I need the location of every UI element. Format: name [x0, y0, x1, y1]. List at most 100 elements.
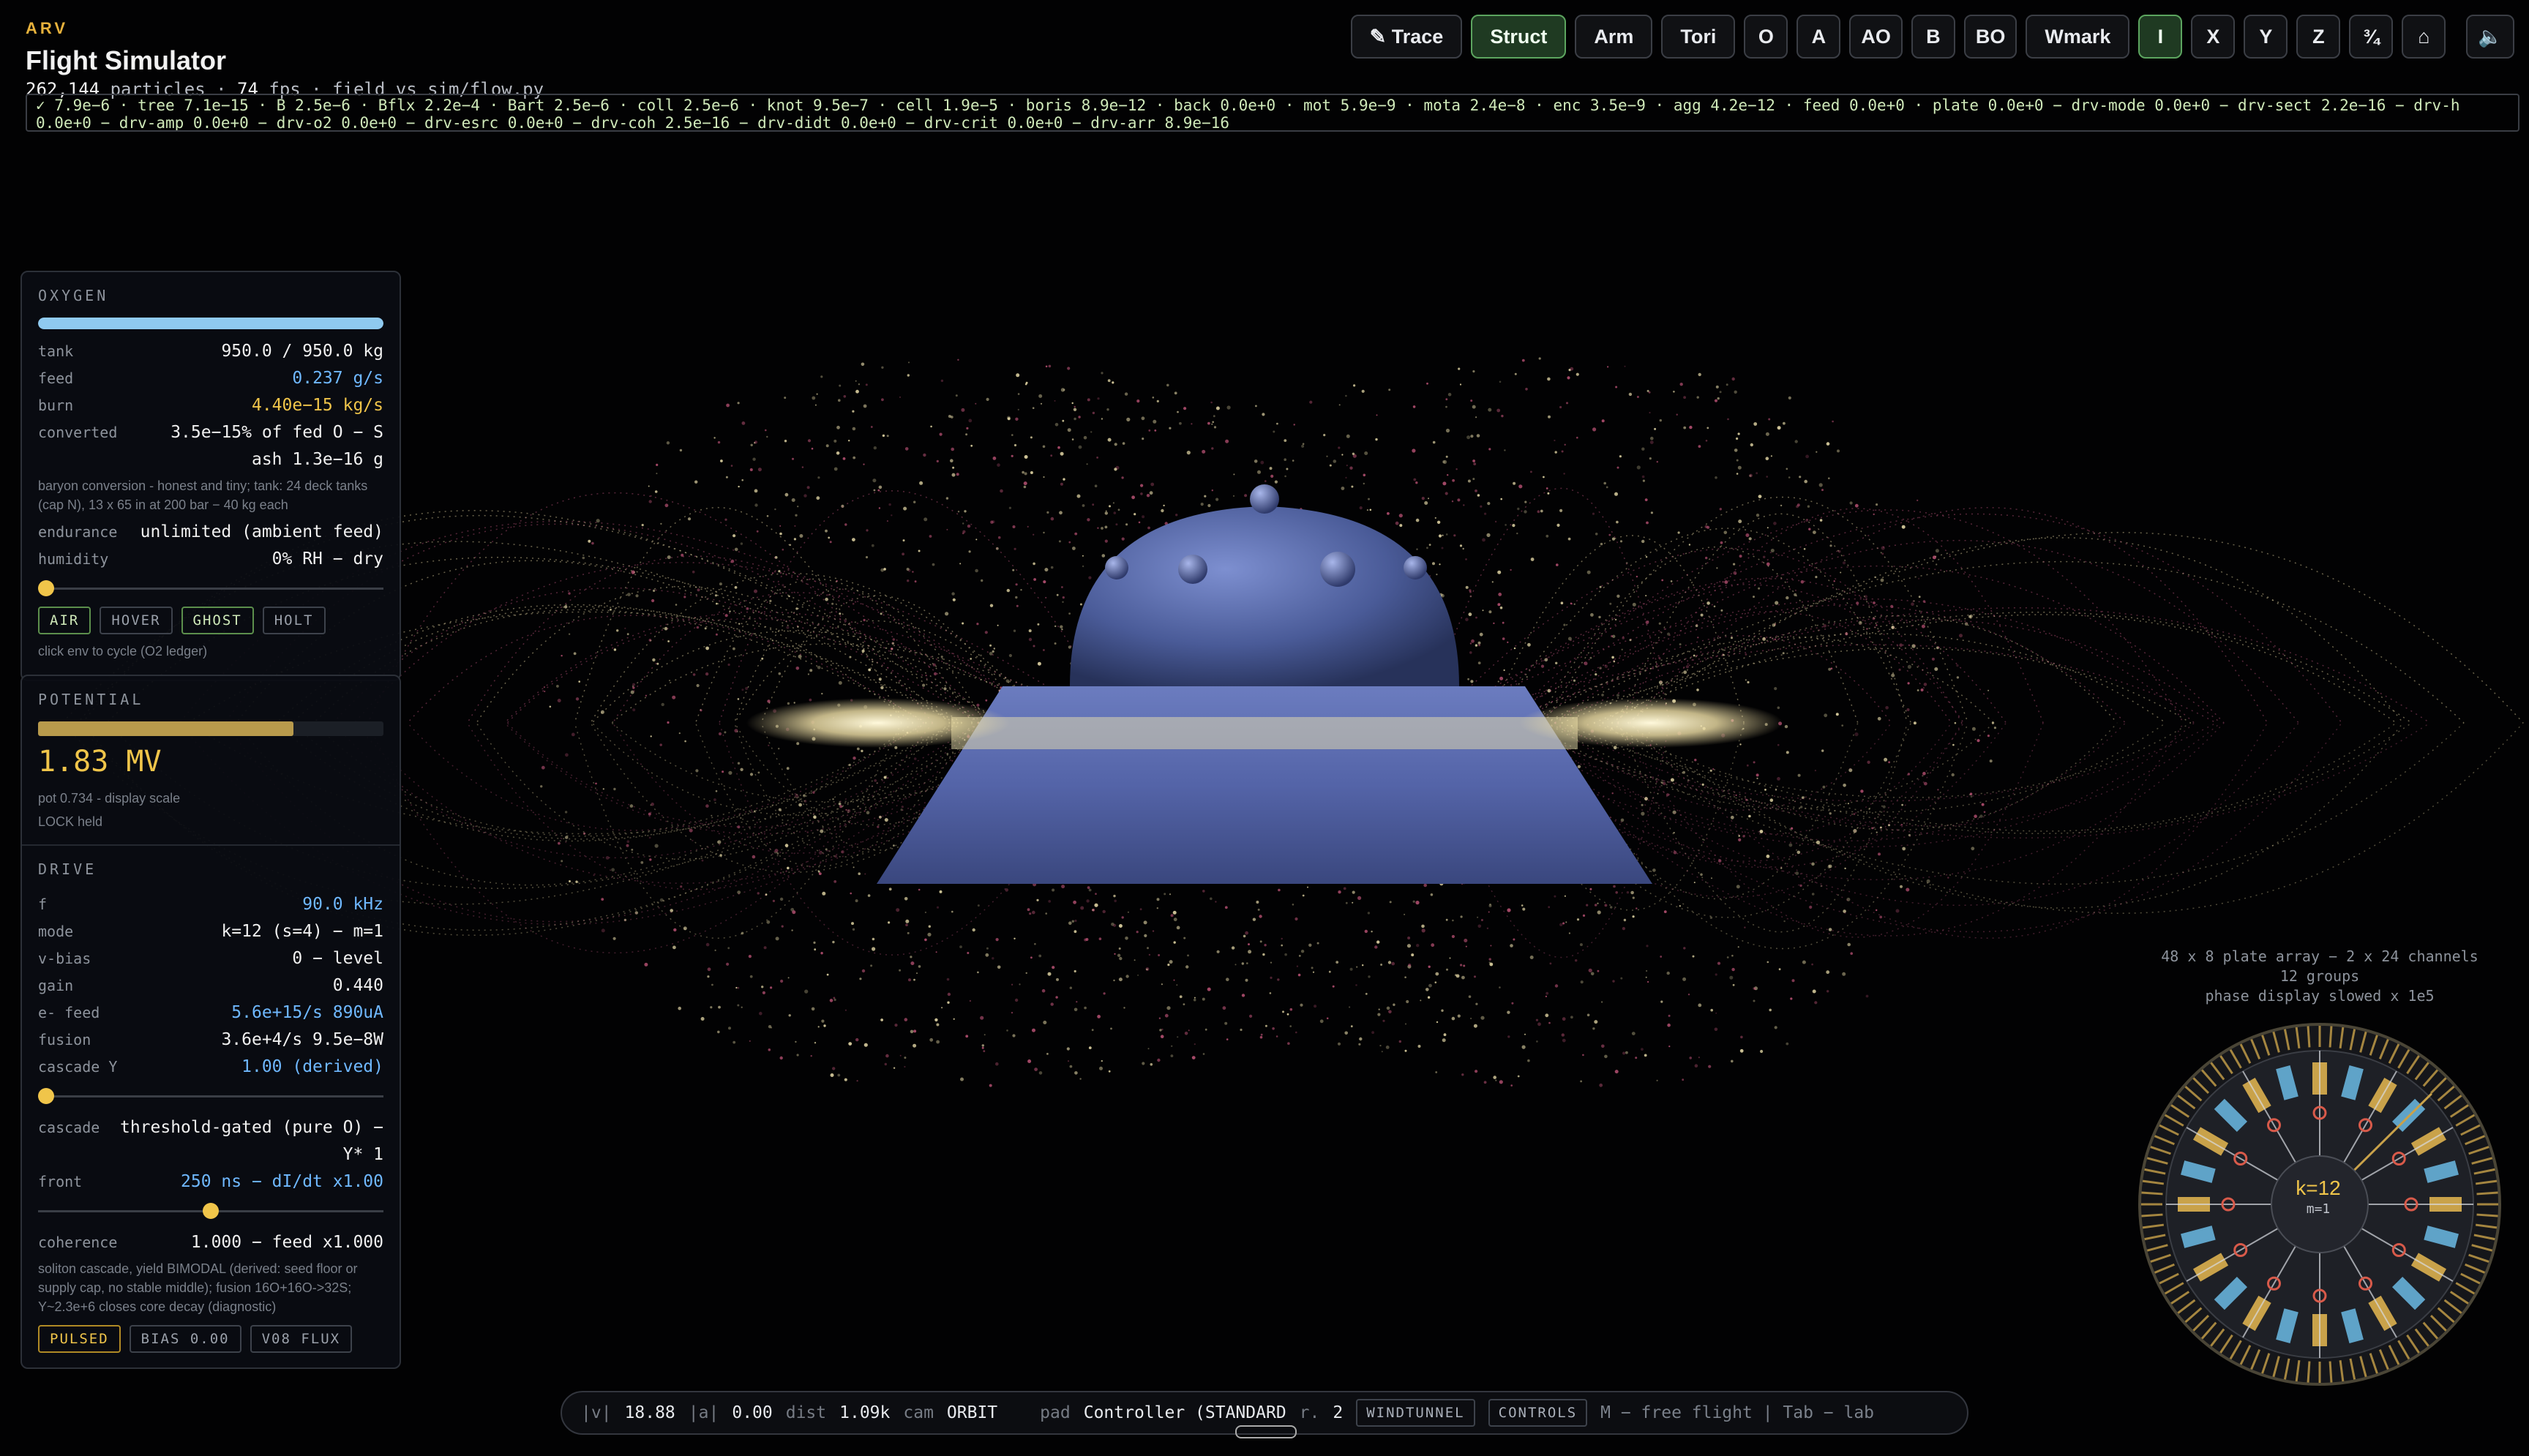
ring-tick [2141, 1213, 2163, 1217]
particle-trace [1723, 530, 1728, 535]
particle-trace [1055, 996, 1058, 999]
camera-mode[interactable]: ORBIT [947, 1403, 997, 1422]
controls-button[interactable]: CONTROLS [1488, 1399, 1588, 1427]
cascade-y-slider[interactable] [38, 1088, 383, 1104]
particle-trace [1512, 524, 1515, 528]
particle-trace [1169, 893, 1172, 896]
particle-trace [1249, 1014, 1253, 1018]
particle-trace [1097, 1015, 1101, 1018]
particle-trace [1666, 971, 1670, 975]
particle-trace [1907, 664, 1911, 669]
particle-trace [1923, 683, 1927, 686]
particle-trace [1415, 901, 1420, 905]
v08-flux-chip[interactable]: V08 FLUX [250, 1325, 353, 1353]
particle-trace [1811, 893, 1815, 896]
panel-title: DRIVE [38, 860, 97, 878]
particle-trace [1616, 594, 1620, 598]
drag-handle[interactable] [1235, 1425, 1297, 1438]
particle-trace [568, 633, 571, 635]
slider-handle[interactable] [38, 1088, 54, 1104]
particle-trace [1921, 624, 1925, 628]
ao-button[interactable]: AO [1849, 15, 1903, 59]
particle-trace [1969, 614, 1973, 618]
slider-handle[interactable] [203, 1203, 219, 1219]
bo-button[interactable]: BO [1963, 15, 2017, 59]
particle-trace [1030, 471, 1033, 474]
particle-trace [692, 839, 694, 841]
env-ghost-chip[interactable]: GHOST [181, 607, 254, 634]
particle-trace [1614, 1070, 1619, 1074]
env-air-chip[interactable]: AIR [38, 607, 91, 634]
particle-trace [1812, 989, 1816, 994]
humidity-slider[interactable] [38, 580, 383, 596]
particle-trace [1486, 927, 1489, 930]
particle-trace [1842, 972, 1846, 976]
three-quarter-view-button[interactable]: ¾ [2349, 15, 2394, 59]
a-button[interactable]: A [1796, 15, 1841, 59]
feed-value: 0.237 g/s [292, 369, 383, 388]
particle-trace [899, 1054, 902, 1057]
i-button[interactable]: I [2138, 15, 2183, 59]
particle-trace [1015, 583, 1018, 586]
particle-trace [1136, 399, 1140, 403]
z-axis-button[interactable]: Z [2296, 15, 2341, 59]
particle-trace [1307, 886, 1308, 888]
gamepad-value: Controller (STANDARD [1083, 1403, 1286, 1422]
particle-trace [1570, 367, 1574, 371]
pulsed-chip[interactable]: PULSED [38, 1325, 121, 1353]
particle-trace [1623, 918, 1627, 922]
particle-trace [1455, 974, 1457, 977]
particle-trace [1142, 438, 1144, 440]
particle-trace [648, 836, 651, 839]
particle-trace [728, 770, 733, 775]
particle-trace [1082, 555, 1084, 557]
particle-trace [740, 768, 743, 772]
arm-button[interactable]: Arm [1575, 15, 1653, 59]
speaker-icon[interactable]: 🔈 [2466, 15, 2514, 59]
particle-trace [601, 898, 604, 901]
windtunnel-button[interactable]: WINDTUNNEL [1356, 1399, 1475, 1427]
trace-button[interactable]: ✎ Trace [1350, 15, 1463, 59]
particle-trace [1568, 932, 1570, 934]
particle-trace [1169, 427, 1172, 429]
tori-button[interactable]: Tori [1661, 15, 1736, 59]
particle-trace [1475, 644, 1478, 647]
craft-dome-knob [1320, 552, 1355, 587]
front-slider[interactable] [38, 1203, 383, 1219]
particle-trace [781, 925, 784, 928]
particle-trace [1562, 1017, 1566, 1021]
particle-trace [1715, 1012, 1717, 1014]
particle-trace [852, 603, 855, 605]
particle-trace [1679, 643, 1682, 646]
particle-trace [1796, 850, 1801, 855]
particle-trace [878, 485, 883, 489]
particle-trace [1246, 962, 1248, 964]
env-holt-chip[interactable]: HOLT [262, 607, 326, 634]
particle-trace [1615, 386, 1618, 389]
particle-trace [1808, 528, 1811, 530]
particle-trace [1502, 637, 1505, 640]
particle-trace [765, 429, 767, 432]
y-axis-button[interactable]: Y [2244, 15, 2288, 59]
particle-trace [1879, 915, 1883, 919]
particle-trace [718, 1005, 721, 1009]
row-label: cascade Y [38, 1058, 118, 1076]
env-hover-chip[interactable]: HOVER [100, 607, 173, 634]
b-button[interactable]: B [1911, 15, 1955, 59]
o-button[interactable]: O [1744, 15, 1788, 59]
particle-trace [1611, 656, 1614, 659]
struct-button[interactable]: Struct [1471, 15, 1567, 59]
bias-chip[interactable]: BIAS 0.00 [129, 1325, 241, 1353]
particle-trace [1062, 601, 1064, 603]
particle-trace [1088, 1046, 1092, 1049]
slider-handle[interactable] [38, 580, 54, 596]
particle-trace [1117, 509, 1120, 511]
particle-trace [1436, 520, 1441, 524]
wmark-button[interactable]: Wmark [2026, 15, 2130, 59]
particle-trace [1954, 721, 1957, 724]
home-icon[interactable]: ⌂ [2402, 15, 2446, 59]
particle-trace [861, 649, 865, 653]
particle-trace [1849, 501, 1853, 505]
x-axis-button[interactable]: X [2191, 15, 2236, 59]
particle-trace [1183, 407, 1187, 410]
